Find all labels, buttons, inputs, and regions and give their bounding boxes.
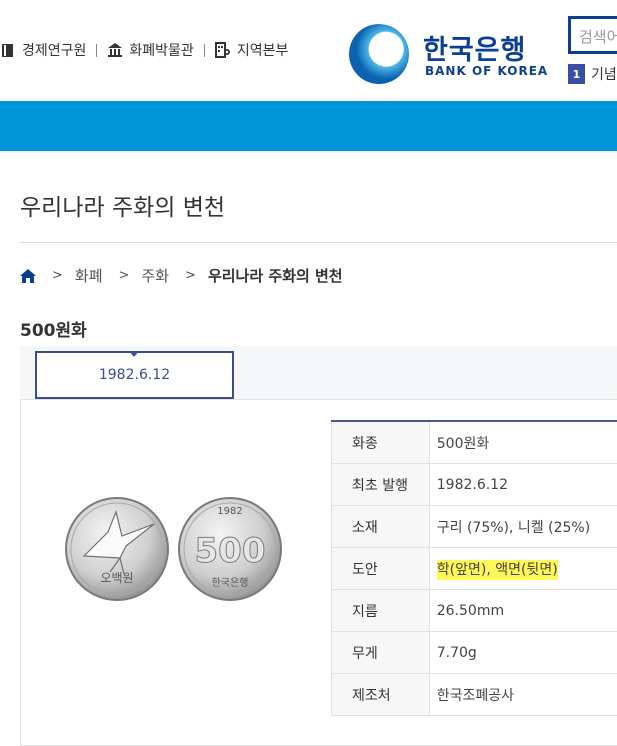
table-row: 소재 구리 (75%), 니켈 (25%) — [332, 506, 617, 548]
breadcrumb-item-coin[interactable]: 주화 — [141, 265, 169, 286]
logo-korean-text: 한국은행 — [423, 28, 526, 67]
chevron-right-icon: > — [52, 268, 63, 283]
breadcrumb-item-money[interactable]: 화폐 — [75, 265, 103, 286]
spec-value-cell: 학(앞면), 액면(뒷면) — [429, 548, 617, 590]
breadcrumb: > 화폐 > 주화 > 우리나라 주화의 변천 — [20, 265, 343, 286]
separator — [204, 44, 205, 57]
main-navigation-bar[interactable] — [0, 101, 617, 151]
home-icon[interactable] — [20, 269, 36, 283]
coin-front: 오백원 — [66, 498, 168, 600]
link-research-institute[interactable]: 경제연구원 — [0, 40, 86, 60]
tab-issue-date[interactable]: 1982.6.12 — [35, 351, 234, 399]
tab-indicator-arrow-icon — [129, 351, 139, 357]
link-money-museum[interactable]: 화폐박물관 — [107, 40, 193, 60]
logo-emblem-icon — [349, 24, 409, 84]
spec-value: 26.50mm — [429, 590, 617, 632]
spec-label: 제조처 — [332, 674, 430, 716]
spec-label: 소재 — [332, 506, 430, 548]
table-row: 최초 발행 1982.6.12 — [332, 464, 617, 506]
logo-english-text: BANK OF KOREA — [425, 64, 548, 78]
coin-back-value: 500 — [195, 531, 266, 571]
spec-value: 구리 (75%), 니켈 (25%) — [429, 506, 617, 548]
rank-text: 기념 — [591, 64, 617, 84]
separator — [96, 44, 97, 57]
link-regional-office[interactable]: 지역본부 — [215, 40, 289, 60]
breadcrumb-current: 우리나라 주화의 변천 — [208, 265, 343, 286]
spec-label: 지름 — [332, 590, 430, 632]
coin-back: 1982 500 한국은행 — [179, 498, 281, 600]
spec-label: 최초 발행 — [332, 464, 430, 506]
museum-icon — [107, 42, 123, 58]
spec-label: 무게 — [332, 632, 430, 674]
page-title: 우리나라 주화의 변천 — [20, 188, 225, 222]
rank-badge: 1 — [568, 64, 585, 84]
search-input[interactable]: 검색어 — [568, 16, 617, 54]
spec-value: 1982.6.12 — [429, 464, 617, 506]
table-row: 도안 학(앞면), 액면(뒷면) — [332, 548, 617, 590]
coin-back-year: 1982 — [217, 506, 242, 517]
section-title: 500원화 — [20, 316, 87, 341]
table-row: 제조처 한국조폐공사 — [332, 674, 617, 716]
link-label: 지역본부 — [237, 40, 289, 60]
spec-value: 한국조폐공사 — [429, 674, 617, 716]
link-label: 경제연구원 — [22, 40, 86, 60]
table-row: 화종 500원화 — [332, 421, 617, 464]
title-divider — [20, 242, 617, 243]
table-row: 무게 7.70g — [332, 632, 617, 674]
table-row: 지름 26.50mm — [332, 590, 617, 632]
coin-image: 오백원 1982 500 한국은행 — [64, 494, 284, 604]
coin-back-text: 한국은행 — [212, 577, 249, 589]
region-icon — [215, 42, 231, 58]
spec-label: 화종 — [332, 421, 430, 464]
spec-label: 도안 — [332, 548, 430, 590]
highlighted-spec-value: 학(앞면), 액면(뒷면) — [437, 560, 558, 580]
spec-value: 7.70g — [429, 632, 617, 674]
chevron-right-icon: > — [119, 268, 130, 283]
book-icon — [0, 42, 16, 58]
coin-spec-table: 화종 500원화 최초 발행 1982.6.12 소재 구리 (75%), 니켈… — [331, 420, 617, 716]
spec-value: 500원화 — [429, 421, 617, 464]
coin-front-text: 오백원 — [100, 571, 133, 585]
bank-of-korea-logo[interactable]: 한국은행 BANK OF KOREA — [349, 24, 549, 84]
link-label: 화폐박물관 — [129, 40, 193, 60]
popular-keyword[interactable]: 1 기념 — [568, 64, 617, 84]
top-utility-links: 경제연구원 화폐박물관 지역본부 — [0, 40, 298, 60]
chevron-right-icon: > — [185, 268, 196, 283]
